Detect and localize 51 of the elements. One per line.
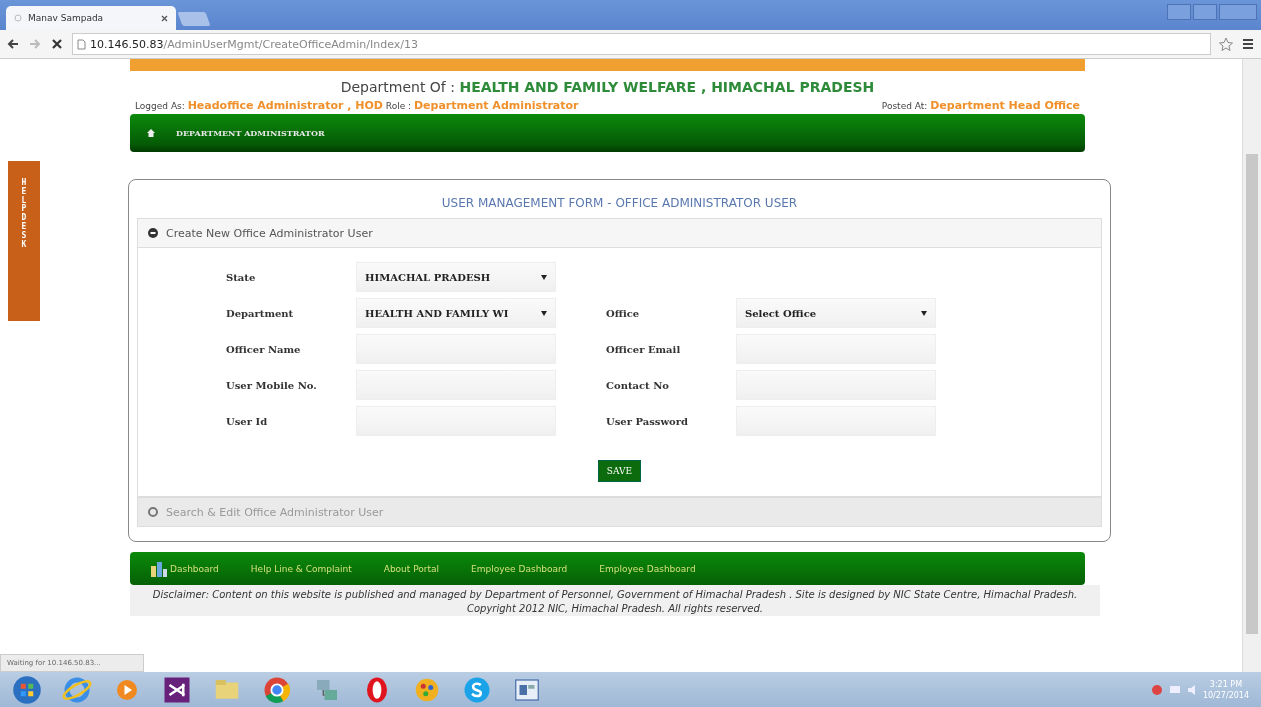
nav-link[interactable]: DEPARTMENT ADMINISTRATOR [176,128,325,138]
footer-link[interactable]: Help Line & Complaint [250,563,352,574]
posted-at-info: Posted At: Department Head Office [881,99,1080,112]
logged-in-info: Logged As: Headoffice Administrator , HOD Role : Department Administrator [135,99,579,112]
expand-icon [148,507,158,517]
dropdown[interactable]: HEALTH AND FAMILY WI [356,298,556,328]
speaker-icon[interactable] [1186,683,1197,696]
dropdown-arrow-icon [541,274,547,280]
new-tab-button[interactable] [177,12,211,26]
menu-icon[interactable] [1241,37,1255,51]
field-label: Officer Email [606,343,682,355]
section-title: Search & Edit Office Administrator User [166,505,384,519]
footer-link[interactable]: Dashboard [150,559,219,578]
field-label: User Password [606,415,689,427]
scrollbar[interactable] [1242,59,1261,672]
field-label: Contact No [606,379,670,391]
close-button[interactable] [1219,4,1257,20]
footer-link[interactable]: Employee Dashboard [599,563,696,574]
footer-link[interactable]: About Portal [383,563,440,574]
department-title: Department Of : HEALTH AND FAMILY WELFARE , HIMACHAL PRADESH [339,79,876,95]
maximize-button[interactable] [1193,4,1217,20]
address-bar[interactable]: 10.146.50.83/AdminUserMgmt/CreateOfficeAdmin/Index/13 [72,33,1211,55]
dropdown[interactable]: HIMACHAL PRADESH [356,262,556,292]
close-icon[interactable] [50,37,64,51]
dropdown-arrow-icon [921,310,927,316]
collapse-icon [148,228,158,238]
minimize-button[interactable] [1167,4,1191,20]
disclaimer-text: Disclaimer: Content on this website is published and managed by Department of Personnel, Government of Himachal Pradesh . Site is designed by NIC State Centre, Himachal Pradesh. Copyright 2012 NIC, Himachal Pradesh. All rights reserved. [130,585,1100,616]
section-title: Create New Office Administrator User [166,226,373,240]
browser-tab[interactable]: Manav Sampada [6,6,176,30]
form-title: USER MANAGEMENT FORM - OFFICE ADMINISTRATOR USER [440,196,799,210]
field-label: User Id [226,415,269,427]
help-desk-tab[interactable]: HELP DESK [8,161,40,321]
field-label: User Mobile No. [226,379,318,391]
save-button[interactable]: SAVE [597,460,642,482]
field-label: Office [606,307,641,319]
field-label: State [226,271,257,283]
copyright-text: Copyright 2012 NIC, Himachal Pradesh. All rights reserved. [467,603,763,614]
field-label: Officer Name [226,343,302,355]
close-icon[interactable] [161,14,168,22]
footer-link[interactable]: Employee Dashboard [471,563,568,574]
dropdown-arrow-icon [541,310,547,316]
chart-icon [150,559,168,578]
loading-icon [14,14,22,22]
home-icon[interactable] [146,128,156,138]
accordion-header[interactable]: Create New Office Administrator User [137,218,1102,248]
field-label: Department [226,307,295,319]
dropdown[interactable]: Select Office [736,298,936,328]
back-icon[interactable] [6,37,20,51]
forward-icon[interactable] [28,37,42,51]
star-icon[interactable] [1219,37,1233,51]
